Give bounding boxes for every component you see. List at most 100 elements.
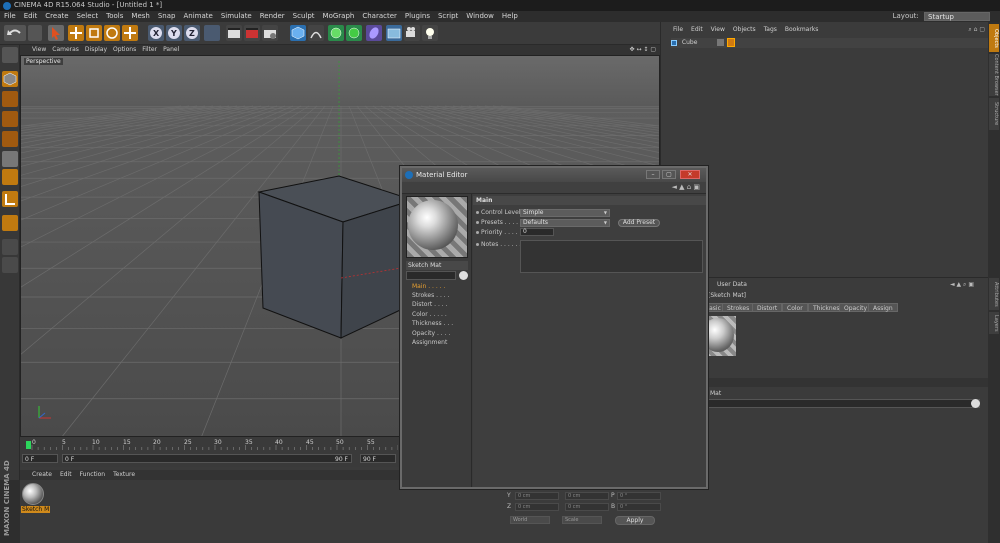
viewport-menu-view[interactable]: View	[20, 45, 49, 55]
attr-tab-distort[interactable]: Distort	[752, 303, 783, 312]
material-menu-texture[interactable]: Texture	[109, 470, 139, 480]
position-z-field[interactable]: 0 cm	[515, 503, 559, 511]
menu-render[interactable]: Render	[256, 11, 289, 22]
menu-mesh[interactable]: Mesh	[127, 11, 153, 22]
close-button[interactable]: ✕	[680, 170, 700, 179]
object-row-cube[interactable]: Cube	[671, 38, 991, 48]
om-menu-file[interactable]: File	[661, 25, 687, 35]
channel-opacity[interactable]: Opacity . . . .	[412, 330, 450, 337]
om-menu-view[interactable]: View	[707, 25, 729, 35]
material-link-icon[interactable]	[971, 399, 980, 408]
size-z-field[interactable]: 0 cm	[565, 503, 609, 511]
viewport-menu-panel[interactable]: Panel	[160, 45, 182, 55]
material-link-icon[interactable]	[459, 271, 468, 280]
material-menu-function[interactable]: Function	[76, 470, 110, 480]
tab-content-browser[interactable]: Content Browser	[989, 54, 999, 96]
om-menu-bookmarks[interactable]: Bookmarks	[781, 25, 823, 35]
menu-file[interactable]: File	[0, 11, 20, 22]
tab-structure[interactable]: Structure	[989, 98, 999, 130]
material-editor-titlebar[interactable]: Material Editor	[402, 168, 706, 182]
viewport-nav-icons[interactable]: ✥ ↔ ↕ ▢	[630, 45, 656, 55]
om-menu-edit[interactable]: Edit	[687, 25, 707, 35]
menu-simulate[interactable]: Simulate	[217, 11, 256, 22]
priority-field[interactable]: 0	[520, 228, 554, 236]
end-frame-field[interactable]: 90 F	[360, 454, 396, 463]
timeline-ruler[interactable]: 0 5 10 15 20 25 30 35 40 45 50 55	[22, 437, 398, 451]
menu-edit[interactable]: Edit	[20, 11, 42, 22]
presets-dropdown[interactable]: Defaults	[520, 219, 610, 227]
material-menu-create[interactable]: Create	[20, 470, 56, 480]
move-tool-icon[interactable]	[68, 25, 84, 41]
camera-icon[interactable]	[404, 25, 420, 41]
menu-character[interactable]: Character	[358, 11, 401, 22]
om-menu-objects[interactable]: Objects	[729, 25, 760, 35]
channel-distort[interactable]: Distort . . . .	[412, 301, 448, 308]
coordinate-system-icon[interactable]	[204, 25, 220, 41]
om-nav-icons[interactable]: ⌕ ⌂ ▢	[968, 25, 985, 35]
make-editable-icon[interactable]	[2, 47, 18, 63]
minimize-button[interactable]: –	[646, 170, 660, 179]
undo-icon[interactable]	[4, 25, 26, 41]
viewport-menu-display[interactable]: Display	[82, 45, 110, 55]
attribute-nav-icons[interactable]: ◄ ▲ ⌕ ▣	[950, 280, 974, 290]
enable-snap-icon[interactable]	[2, 239, 18, 255]
material-name-label[interactable]: Sketch M	[21, 506, 51, 513]
x-axis-lock-icon[interactable]: X	[148, 25, 164, 41]
attr-tab-strokes[interactable]: Strokes	[722, 303, 755, 312]
deformer-icon[interactable]	[366, 25, 382, 41]
material-editor-nav-icons[interactable]: ◄ ▲ ⌂ ▣	[672, 183, 701, 191]
viewport-menu-filter[interactable]: Filter	[139, 45, 160, 55]
viewport-menu-cameras[interactable]: Cameras	[49, 45, 82, 55]
menu-script[interactable]: Script	[434, 11, 462, 22]
rotation-b-field[interactable]: 0 °	[617, 503, 661, 511]
y-axis-lock-icon[interactable]: Y	[166, 25, 182, 41]
channel-thickness[interactable]: Thickness . . .	[412, 320, 453, 327]
cube-object-icon[interactable]	[290, 25, 306, 41]
grid-snap-icon[interactable]	[2, 257, 18, 273]
render-settings-icon[interactable]	[262, 25, 278, 41]
channel-color[interactable]: Color . . . . .	[412, 311, 447, 318]
polygons-mode-icon[interactable]	[2, 169, 18, 185]
channel-main[interactable]: Main . . . . .	[412, 283, 445, 290]
texture-mode-icon[interactable]	[2, 91, 18, 107]
attr-tab-assign[interactable]: Assign	[868, 303, 898, 312]
attr-tab-color[interactable]: Color	[782, 303, 808, 312]
notes-textarea[interactable]	[520, 240, 703, 273]
tab-attributes[interactable]: Attributes	[989, 278, 999, 310]
recent-tool-icon[interactable]	[122, 25, 138, 41]
tab-layers[interactable]: Layers	[989, 312, 999, 334]
rotation-p-field[interactable]: 0 °	[617, 492, 661, 500]
model-mode-icon[interactable]	[2, 71, 18, 87]
material-name-field[interactable]	[406, 271, 456, 280]
menu-animate[interactable]: Animate	[179, 11, 216, 22]
rotate-tool-icon[interactable]	[104, 25, 120, 41]
axis-mode-icon[interactable]	[2, 191, 18, 207]
coordinate-mode-dropdown[interactable]: World	[510, 516, 550, 524]
size-mode-dropdown[interactable]: Scale	[562, 516, 602, 524]
om-menu-tags[interactable]: Tags	[760, 25, 781, 35]
spline-pen-icon[interactable]	[308, 25, 324, 41]
render-to-picture-viewer-icon[interactable]	[244, 25, 260, 41]
material-menu-edit[interactable]: Edit	[56, 470, 76, 480]
menu-create[interactable]: Create	[41, 11, 72, 22]
array-object-icon[interactable]	[346, 25, 362, 41]
z-axis-lock-icon[interactable]: Z	[184, 25, 200, 41]
light-icon[interactable]	[422, 25, 438, 41]
position-y-field[interactable]: 0 cm	[515, 492, 559, 500]
menu-tools[interactable]: Tools	[102, 11, 127, 22]
edges-mode-icon[interactable]	[2, 151, 18, 167]
control-level-dropdown[interactable]: Simple	[520, 209, 610, 217]
current-frame-slider[interactable]: 0 F 90 F	[62, 454, 352, 463]
layout-dropdown[interactable]: Startup	[924, 11, 990, 21]
render-view-icon[interactable]	[226, 25, 242, 41]
channel-assignment[interactable]: Assignment	[412, 339, 447, 346]
maximize-button[interactable]: ▢	[662, 170, 676, 179]
tweak-mode-icon[interactable]	[2, 215, 18, 231]
object-visibility-icon[interactable]	[717, 39, 724, 46]
tab-objects[interactable]: Objects	[989, 24, 999, 52]
size-y-field[interactable]: 0 cm	[565, 492, 609, 500]
subdivision-surface-icon[interactable]	[328, 25, 344, 41]
sketch-style-tag-icon[interactable]	[727, 38, 735, 47]
menu-sculpt[interactable]: Sculpt	[289, 11, 319, 22]
menu-help[interactable]: Help	[498, 11, 522, 22]
